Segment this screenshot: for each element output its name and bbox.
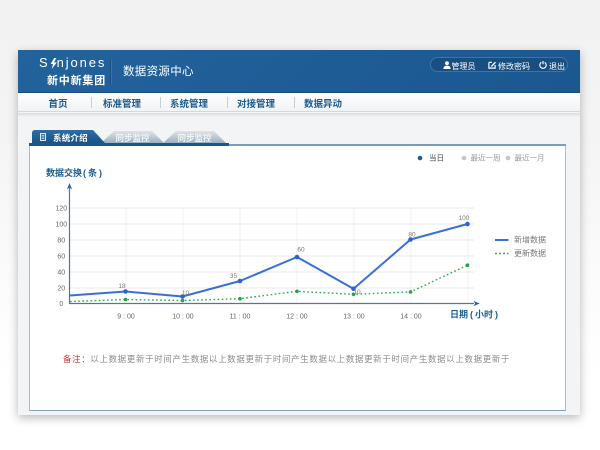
svg-text:日期(小时): 日期(小时): [450, 309, 498, 320]
svg-text:40: 40: [57, 270, 65, 277]
svg-text:18: 18: [118, 283, 126, 290]
svg-text:11 : 00: 11 : 00: [230, 314, 251, 321]
svg-text:13 : 00: 13 : 00: [343, 314, 365, 321]
svg-text:120: 120: [55, 206, 67, 213]
svg-text:更新数据: 更新数据: [514, 248, 546, 258]
svg-text:20: 20: [57, 286, 65, 293]
svg-text:10 : 00: 10 : 00: [172, 314, 194, 321]
svg-text:9 : 00: 9 : 00: [117, 314, 135, 321]
svg-text:35: 35: [230, 273, 238, 280]
svg-text:10: 10: [182, 290, 190, 297]
svg-text:80: 80: [408, 232, 416, 239]
svg-text:12 : 00: 12 : 00: [286, 314, 308, 321]
svg-text:当日: 当日: [429, 153, 444, 163]
svg-text:10: 10: [353, 289, 361, 296]
svg-text:100: 100: [55, 222, 67, 229]
svg-text:60: 60: [57, 254, 65, 261]
svg-text:0: 0: [59, 301, 63, 308]
svg-text:80: 80: [57, 238, 65, 245]
svg-text:新增数据: 新增数据: [514, 235, 546, 245]
svg-text:数据交换(条): 数据交换(条): [46, 167, 102, 178]
svg-text:14 : 00: 14 : 00: [400, 314, 422, 321]
svg-text:最近一月: 最近一月: [515, 153, 545, 163]
svg-text:60: 60: [297, 247, 305, 254]
svg-text:100: 100: [459, 215, 470, 222]
svg-text:最近一周: 最近一周: [471, 153, 501, 163]
